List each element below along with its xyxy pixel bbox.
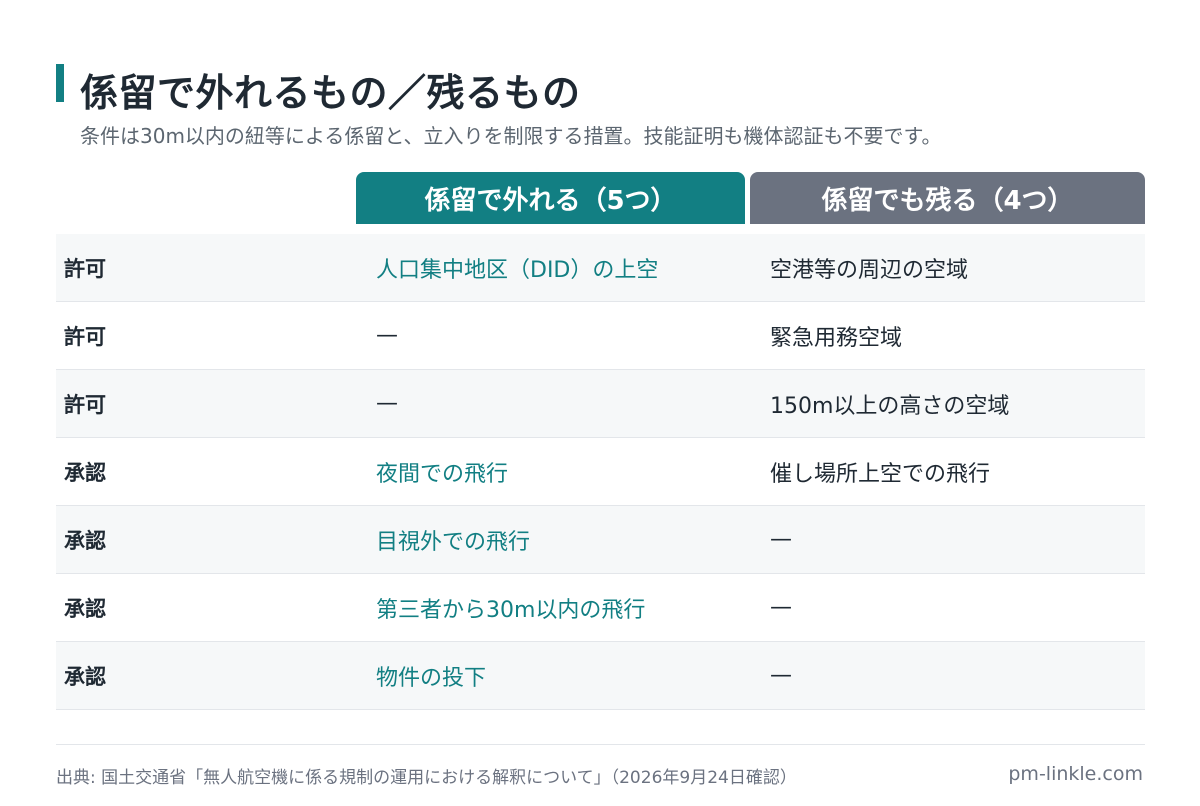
page-title: 係留で外れるもの／残るもの bbox=[80, 71, 581, 115]
row-type: 承認 bbox=[64, 664, 106, 689]
table-row: 承認 第三者から30m以内の飛行 — bbox=[56, 574, 1145, 642]
row-remains: — bbox=[770, 595, 792, 620]
page-subtitle: 条件は30m以内の紐等による係留と、立入りを制限する措置。技能証明も機体認証も不… bbox=[80, 124, 942, 148]
row-remains: — bbox=[770, 527, 792, 552]
column-header-lifted: 係留で外れる（5つ） bbox=[356, 172, 745, 224]
title-accent-bar bbox=[56, 64, 64, 102]
table-row: 許可 — 緊急用務空域 bbox=[56, 302, 1145, 370]
row-remains: — bbox=[770, 663, 792, 688]
row-lifted: 物件の投下 bbox=[376, 665, 487, 691]
row-lifted: 目視外での飛行 bbox=[376, 529, 531, 555]
row-remains: 緊急用務空域 bbox=[770, 325, 903, 351]
row-lifted: 夜間での飛行 bbox=[376, 461, 509, 487]
row-type: 承認 bbox=[64, 528, 106, 553]
site-link[interactable]: pm-linkle.com bbox=[1008, 763, 1143, 785]
comparison-table: 許可 人口集中地区（DID）の上空 空港等の周辺の空域 許可 — 緊急用務空域 … bbox=[56, 234, 1145, 710]
row-remains: 150m以上の高さの空域 bbox=[770, 393, 1010, 419]
row-type: 許可 bbox=[64, 256, 106, 281]
row-lifted: — bbox=[376, 391, 398, 416]
row-remains: 空港等の周辺の空域 bbox=[770, 257, 969, 283]
table-row: 許可 人口集中地区（DID）の上空 空港等の周辺の空域 bbox=[56, 234, 1145, 302]
table-row: 承認 夜間での飛行 催し場所上空での飛行 bbox=[56, 438, 1145, 506]
table-row: 許可 — 150m以上の高さの空域 bbox=[56, 370, 1145, 438]
row-type: 承認 bbox=[64, 596, 106, 621]
row-type: 許可 bbox=[64, 392, 106, 417]
row-lifted: 人口集中地区（DID）の上空 bbox=[376, 257, 659, 283]
footer-divider bbox=[56, 744, 1145, 745]
row-lifted: — bbox=[376, 323, 398, 348]
row-remains: 催し場所上空での飛行 bbox=[770, 461, 991, 487]
row-type: 許可 bbox=[64, 324, 106, 349]
row-type: 承認 bbox=[64, 460, 106, 485]
table-row: 承認 物件の投下 — bbox=[56, 642, 1145, 710]
table-row: 承認 目視外での飛行 — bbox=[56, 506, 1145, 574]
row-lifted: 第三者から30m以内の飛行 bbox=[376, 597, 646, 623]
source-citation: 出典: 国土交通省「無人航空機に係る規制の運用における解釈について」（2026年… bbox=[56, 768, 797, 788]
column-header-remains: 係留でも残る（4つ） bbox=[750, 172, 1145, 224]
